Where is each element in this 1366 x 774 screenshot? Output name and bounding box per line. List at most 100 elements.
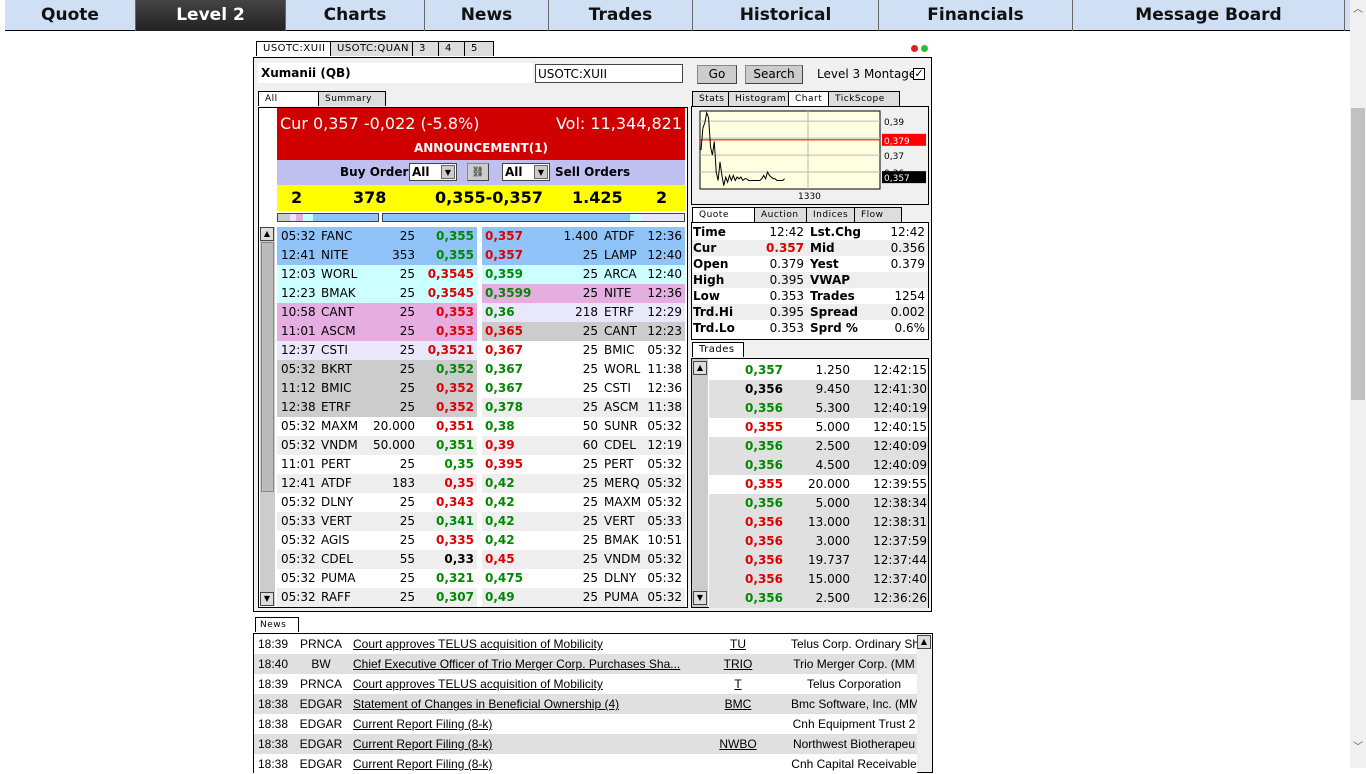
scroll-up-icon[interactable]: ︿ bbox=[1352, 0, 1364, 15]
tab-indices[interactable]: Indices bbox=[806, 207, 856, 222]
tab-symbol-4[interactable]: 4 bbox=[438, 41, 466, 56]
buy-order-row[interactable]: 05:32 MAXM 20.000 0,351 bbox=[277, 417, 477, 436]
news-headline-link[interactable]: Current Report Filing (8-k) bbox=[353, 754, 685, 774]
tab-all-orders[interactable]: All orders bbox=[258, 91, 320, 118]
sell-order-row[interactable]: 0,3599 25 NITE 12:36 bbox=[482, 284, 685, 303]
tab-chart[interactable]: Chart bbox=[788, 91, 830, 106]
tab-histogram[interactable]: Histogram bbox=[728, 91, 790, 106]
nav-quote[interactable]: Quote bbox=[5, 0, 136, 31]
scroll-down-icon[interactable]: ▼ bbox=[260, 592, 274, 606]
sell-order-row[interactable]: 0,357 25 LAMP 12:40 bbox=[482, 246, 685, 265]
link-icon[interactable]: ⛓ bbox=[467, 163, 489, 181]
nav-charts[interactable]: Charts bbox=[286, 0, 425, 31]
sell-order-row[interactable]: 0,49 25 PUMA 05:32 bbox=[482, 588, 685, 607]
nav-historical[interactable]: Historical bbox=[693, 0, 879, 31]
tab-symbol-usotc-xuii[interactable]: USOTC:XUII bbox=[256, 41, 332, 56]
buy-order-row[interactable]: 05:32 FANC 25 0,355 bbox=[277, 227, 477, 246]
news-row[interactable]: 18:38 EDGAR Current Report Filing (8-k) Cnh… bbox=[254, 714, 917, 734]
buy-order-row[interactable]: 05:32 AGIS 25 0,335 bbox=[277, 531, 477, 550]
tab-stats[interactable]: Stats bbox=[692, 91, 730, 106]
scroll-down-icon[interactable]: ▼ bbox=[693, 591, 707, 605]
sell-order-row[interactable]: 0,39 60 CDEL 12:19 bbox=[482, 436, 685, 455]
level3-montage-checkbox[interactable]: ✓ bbox=[913, 68, 925, 80]
sell-order-row[interactable]: 0,367 25 CSTI 12:36 bbox=[482, 379, 685, 398]
news-row[interactable]: 18:40 BW Chief Executive Officer of Trio M… bbox=[254, 654, 917, 674]
trades-scrollbar[interactable]: ▲ ▼ bbox=[692, 359, 708, 607]
tab-symbol-usotc-quan[interactable]: USOTC:QUAN bbox=[330, 41, 414, 56]
news-symbol-link[interactable]: NWBO bbox=[688, 734, 788, 754]
news-headline-link[interactable]: Court approves TELUS acquisition of Mobi… bbox=[353, 674, 685, 694]
nav-financials[interactable]: Financials bbox=[879, 0, 1073, 31]
sell-order-row[interactable]: 0,378 25 ASCM 11:38 bbox=[482, 398, 685, 417]
news-scrollbar[interactable]: ▲ bbox=[917, 634, 932, 772]
buy-order-row[interactable]: 05:32 CDEL 55 0,33 bbox=[277, 550, 477, 569]
buy-order-row[interactable]: 12:37 CSTI 25 0,3521 bbox=[277, 341, 477, 360]
tab-summary[interactable]: Summary bbox=[318, 91, 386, 106]
news-symbol-link[interactable]: BMC bbox=[688, 694, 788, 714]
sell-order-row[interactable]: 0,42 25 VERT 05:33 bbox=[482, 512, 685, 531]
buy-order-row[interactable]: 12:41 ATDF 183 0,35 bbox=[277, 474, 477, 493]
announcement-link[interactable]: ANNOUNCEMENT(1) bbox=[277, 141, 685, 155]
tab-tickscope[interactable]: TickScope bbox=[828, 91, 900, 106]
symbol-input[interactable] bbox=[535, 64, 683, 83]
news-row[interactable]: 18:38 EDGAR Current Report Filing (8-k) Cnh… bbox=[254, 754, 917, 774]
scroll-down-icon[interactable]: ﹀ bbox=[1352, 738, 1364, 753]
sell-order-row[interactable]: 0,42 25 BMAK 10:51 bbox=[482, 531, 685, 550]
news-row[interactable]: 18:38 EDGAR Current Report Filing (8-k) NWB… bbox=[254, 734, 917, 754]
close-window-icon[interactable] bbox=[911, 45, 918, 52]
buy-filter-select[interactable]: All ▼ bbox=[409, 163, 457, 181]
news-symbol-link[interactable]: TRIO bbox=[688, 654, 788, 674]
tab-trades[interactable]: Trades bbox=[692, 342, 744, 357]
page-scrollbar[interactable]: ︿ ﹀ bbox=[1350, 0, 1366, 768]
nav-trades[interactable]: Trades bbox=[549, 0, 693, 31]
tab-symbol-5[interactable]: 5 bbox=[464, 41, 494, 56]
sell-order-row[interactable]: 0,367 25 BMIC 05:32 bbox=[482, 341, 685, 360]
sell-order-row[interactable]: 0,45 25 VNDM 05:32 bbox=[482, 550, 685, 569]
sell-order-row[interactable]: 0,367 25 WORL 11:38 bbox=[482, 360, 685, 379]
news-headline-link[interactable]: Statement of Changes in Beneficial Owner… bbox=[353, 694, 685, 714]
go-button[interactable]: Go bbox=[697, 65, 737, 84]
news-headline-link[interactable]: Current Report Filing (8-k) bbox=[353, 734, 685, 754]
sell-order-row[interactable]: 0,38 50 SUNR 05:32 bbox=[482, 417, 685, 436]
scroll-thumb[interactable] bbox=[261, 242, 274, 492]
nav-news[interactable]: News bbox=[425, 0, 549, 31]
buy-order-row[interactable]: 05:32 PUMA 25 0,321 bbox=[277, 569, 477, 588]
buy-order-row[interactable]: 05:32 BKRT 25 0,352 bbox=[277, 360, 477, 379]
search-button[interactable]: Search bbox=[745, 65, 803, 84]
sell-order-row[interactable]: 0,359 25 ARCA 12:40 bbox=[482, 265, 685, 284]
sell-order-row[interactable]: 0,475 25 DLNY 05:32 bbox=[482, 569, 685, 588]
news-headline-link[interactable]: Current Report Filing (8-k) bbox=[353, 714, 685, 734]
news-row[interactable]: 18:39 PRNCA Court approves TELUS acquisiti… bbox=[254, 634, 917, 654]
buy-order-row[interactable]: 05:32 RAFF 25 0,307 bbox=[277, 588, 477, 607]
buy-order-row[interactable]: 10:58 CANT 25 0,353 bbox=[277, 303, 477, 322]
tab-quote-info[interactable]: Quote Info bbox=[692, 207, 756, 234]
sell-filter-select[interactable]: All ▼ bbox=[502, 163, 550, 181]
news-headline-link[interactable]: Court approves TELUS acquisition of Mobi… bbox=[353, 634, 685, 654]
scroll-thumb[interactable] bbox=[1351, 108, 1365, 400]
news-headline-link[interactable]: Chief Executive Officer of Trio Merger C… bbox=[353, 654, 685, 674]
news-row[interactable]: 18:38 EDGAR Statement of Changes in Benefi… bbox=[254, 694, 917, 714]
news-symbol-link[interactable]: TU bbox=[688, 634, 788, 654]
buy-order-row[interactable]: 12:38 ETRF 25 0,352 bbox=[277, 398, 477, 417]
tab-news[interactable]: News bbox=[255, 617, 300, 632]
order-book-scrollbar[interactable]: ▲ ▼ bbox=[260, 227, 275, 606]
sell-order-row[interactable]: 0,395 25 PERT 05:32 bbox=[482, 455, 685, 474]
buy-order-row[interactable]: 11:12 BMIC 25 0,352 bbox=[277, 379, 477, 398]
news-row[interactable]: 18:39 PRNCA Court approves TELUS acquisiti… bbox=[254, 674, 917, 694]
tab-flow[interactable]: Flow bbox=[854, 207, 902, 222]
sell-order-row[interactable]: 0,357 1.400 ATDF 12:36 bbox=[482, 227, 685, 246]
buy-order-row[interactable]: 05:32 DLNY 25 0,343 bbox=[277, 493, 477, 512]
sell-order-row[interactable]: 0,42 25 MAXM 05:32 bbox=[482, 493, 685, 512]
nav-message-board[interactable]: Message Board bbox=[1073, 0, 1345, 31]
sell-order-row[interactable]: 0,365 25 CANT 12:23 bbox=[482, 322, 685, 341]
buy-order-row[interactable]: 12:03 WORL 25 0,3545 bbox=[277, 265, 477, 284]
buy-order-row[interactable]: 12:23 BMAK 25 0,3545 bbox=[277, 284, 477, 303]
scroll-up-icon[interactable]: ▲ bbox=[260, 227, 274, 241]
sell-order-row[interactable]: 0,42 25 MERQ 05:32 bbox=[482, 474, 685, 493]
buy-order-row[interactable]: 05:32 VNDM 50.000 0,351 bbox=[277, 436, 477, 455]
news-symbol-link[interactable]: T bbox=[688, 674, 788, 694]
tab-auction[interactable]: Auction bbox=[754, 207, 808, 222]
announcement-banner[interactable]: Cur 0,357 -0,022 (-5.8%) Vol: 11,344,821… bbox=[277, 108, 685, 160]
sell-order-row[interactable]: 0,36 218 ETRF 12:29 bbox=[482, 303, 685, 322]
nav-level-2[interactable]: Level 2 bbox=[136, 0, 286, 31]
